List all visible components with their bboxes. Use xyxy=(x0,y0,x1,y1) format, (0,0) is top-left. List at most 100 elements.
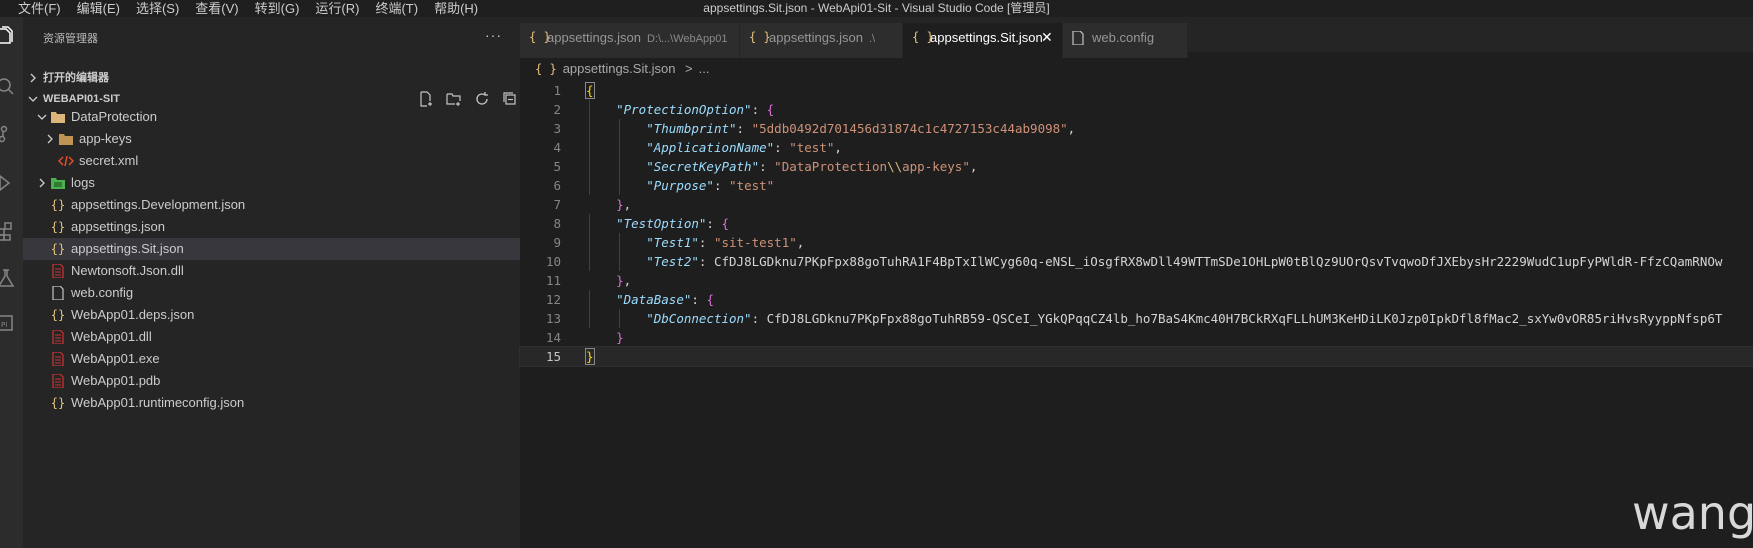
file-icon xyxy=(50,282,66,304)
tree-item[interactable]: logs xyxy=(23,172,520,194)
tree-item-label: appsettings.Sit.json xyxy=(71,241,184,256)
logs-folder-icon xyxy=(50,172,66,194)
line-number: 5 xyxy=(553,159,561,174)
tree-item[interactable]: {} appsettings.Development.json xyxy=(23,194,520,216)
line-text: "Thumbprint": "5ddb0492d701456d31874c1c4… xyxy=(646,121,1076,136)
tree-item[interactable]: WebApp01.dll xyxy=(23,326,520,348)
code-line[interactable]: 4 "ApplicationName": "test", xyxy=(520,138,1753,157)
breadcrumb-file[interactable]: appsettings.Sit.json xyxy=(563,61,676,76)
folder-icon xyxy=(58,128,74,150)
tree-item[interactable]: web.config xyxy=(23,282,520,304)
code-line[interactable]: 14 } xyxy=(520,328,1753,347)
more-actions-button[interactable]: ··· xyxy=(485,27,502,43)
binary-file-icon xyxy=(50,348,66,370)
tab-label: appsettings.Sit.json xyxy=(930,23,1043,52)
json-file-icon: {} xyxy=(50,308,66,322)
chevron-right-icon xyxy=(26,67,40,89)
tree-item[interactable]: WebApp01.exe xyxy=(23,348,520,370)
tree-item-label: appsettings.Development.json xyxy=(71,197,246,212)
editor-tab[interactable]: { } appsettings.json .\ xyxy=(740,23,903,58)
open-editors-section[interactable]: 打开的编辑器 xyxy=(23,67,520,89)
code-line[interactable]: 6 "Purpose": "test" xyxy=(520,176,1753,195)
menu-item[interactable]: 查看(V) xyxy=(187,0,246,17)
line-text: "Test1": "sit-test1", xyxy=(646,235,805,250)
line-number: 9 xyxy=(553,235,561,250)
tree-item[interactable]: DataProtection xyxy=(23,106,520,128)
line-number: 14 xyxy=(545,330,561,345)
extensions-icon[interactable] xyxy=(0,217,23,245)
editor-tab[interactable]: { } appsettings.json D:\...\WebApp01 xyxy=(520,23,740,58)
code-line[interactable]: 11 }, xyxy=(520,271,1753,290)
tab-description: D:\...\WebApp01 xyxy=(646,33,728,45)
tree-item[interactable]: {} WebApp01.runtimeconfig.json xyxy=(23,392,520,414)
line-number: 4 xyxy=(553,140,561,155)
editor-tab[interactable]: web.config xyxy=(1063,23,1188,58)
menu-item[interactable]: 运行(R) xyxy=(307,0,367,17)
tree-item[interactable]: {} WebApp01.deps.json xyxy=(23,304,520,326)
tree-item-label: appsettings.json xyxy=(71,219,165,234)
code-line[interactable]: 8 "TestOption": { xyxy=(520,214,1753,233)
code-line[interactable]: 12 "DataBase": { xyxy=(520,290,1753,309)
test-flask-icon[interactable] xyxy=(0,264,23,292)
json-file-icon: {} xyxy=(50,198,66,212)
binary-file-icon xyxy=(50,370,66,392)
json-file-icon: {} xyxy=(50,220,66,234)
line-text: "ApplicationName": "test", xyxy=(646,140,842,155)
code-line[interactable]: 1{ xyxy=(520,81,1753,100)
line-text: "TestOption": { xyxy=(616,216,730,231)
line-number: 10 xyxy=(545,254,561,269)
tree-item-label: DataProtection xyxy=(71,109,157,124)
menu-item[interactable]: 转到(G) xyxy=(247,0,308,17)
tree-item[interactable]: {} appsettings.json xyxy=(23,216,520,238)
code-line[interactable]: 13 "DbConnection": CfDJ8LGDknu7PKpFpx88g… xyxy=(520,309,1753,328)
line-text: } xyxy=(616,330,624,345)
code-line[interactable]: 9 "Test1": "sit-test1", xyxy=(520,233,1753,252)
tab-label: appsettings.json .\ xyxy=(769,23,875,54)
line-text: "Test2": CfDJ8LGDknu7PKpFpx88goTuhRA1F4B… xyxy=(646,254,1723,269)
line-text: "DataBase": { xyxy=(616,292,714,307)
code-line[interactable]: 10 "Test2": CfDJ8LGDknu7PKpFpx88goTuhRA1… xyxy=(520,252,1753,271)
close-icon[interactable]: ✕ xyxy=(1041,23,1053,52)
title-bar: 文件(F) 编辑(E) 选择(S) 查看(V) 转到(G) 运行(R) 终端(T) 帮助(H)… xyxy=(0,0,1753,17)
chevron-right-icon[interactable] xyxy=(43,128,57,150)
search-icon[interactable] xyxy=(0,72,23,100)
tab-filename: appsettings.json xyxy=(769,30,863,45)
api-icon[interactable]: PI xyxy=(0,309,23,337)
breadcrumb-separator: > xyxy=(685,61,693,76)
chevron-right-icon[interactable] xyxy=(35,172,49,194)
explorer-icon[interactable] xyxy=(0,23,23,51)
code-line[interactable]: 3 "Thumbprint": "5ddb0492d701456d31874c1… xyxy=(520,119,1753,138)
tree-item[interactable]: Newtonsoft.Json.dll xyxy=(23,260,520,282)
binary-file-icon xyxy=(50,260,66,282)
line-text: "SecretKeyPath": "DataProtection\\app-ke… xyxy=(646,159,978,174)
tree-item[interactable]: app-keys xyxy=(23,128,520,150)
tree-item[interactable]: {} appsettings.Sit.json xyxy=(23,238,520,260)
source-control-icon[interactable] xyxy=(0,120,23,148)
run-debug-icon[interactable] xyxy=(0,169,23,197)
menu-item[interactable]: 编辑(E) xyxy=(69,0,128,17)
editor-tab[interactable]: { } appsettings.Sit.json ✕ xyxy=(903,23,1063,58)
tree-item[interactable]: secret.xml xyxy=(23,150,520,172)
breadcrumb-rest[interactable]: ... xyxy=(699,61,710,76)
code-editor[interactable]: 1{2 "ProtectionOption": {3 "Thumbprint":… xyxy=(519,81,1753,367)
chevron-down-icon[interactable] xyxy=(35,106,49,128)
code-line[interactable]: 5 "SecretKeyPath": "DataProtection\\app-… xyxy=(520,157,1753,176)
open-editors-label: 打开的编辑器 xyxy=(43,72,109,84)
code-line[interactable]: 7 }, xyxy=(520,195,1753,214)
code-line[interactable]: 2 "ProtectionOption": { xyxy=(520,100,1753,119)
tab-label: web.config xyxy=(1092,23,1154,52)
line-text: { xyxy=(585,82,595,99)
menu-item[interactable]: 终端(T) xyxy=(367,0,426,17)
menu-item[interactable]: 帮助(H) xyxy=(426,0,486,17)
line-number: 8 xyxy=(553,216,561,231)
json-file-icon: { } xyxy=(749,30,771,44)
menu-item[interactable]: 文件(F) xyxy=(0,0,69,17)
menu-bar: 文件(F) 编辑(E) 选择(S) 查看(V) 转到(G) 运行(R) 终端(T) 帮助(H) xyxy=(0,0,486,17)
menu-item[interactable]: 选择(S) xyxy=(128,0,187,17)
code-line[interactable]: 15} xyxy=(519,346,1753,367)
tree-item[interactable]: WebApp01.pdb xyxy=(23,370,520,392)
file-icon xyxy=(1072,23,1084,52)
line-text: }, xyxy=(616,273,632,288)
line-number: 11 xyxy=(545,273,561,288)
watermark: wang xyxy=(1632,486,1753,540)
